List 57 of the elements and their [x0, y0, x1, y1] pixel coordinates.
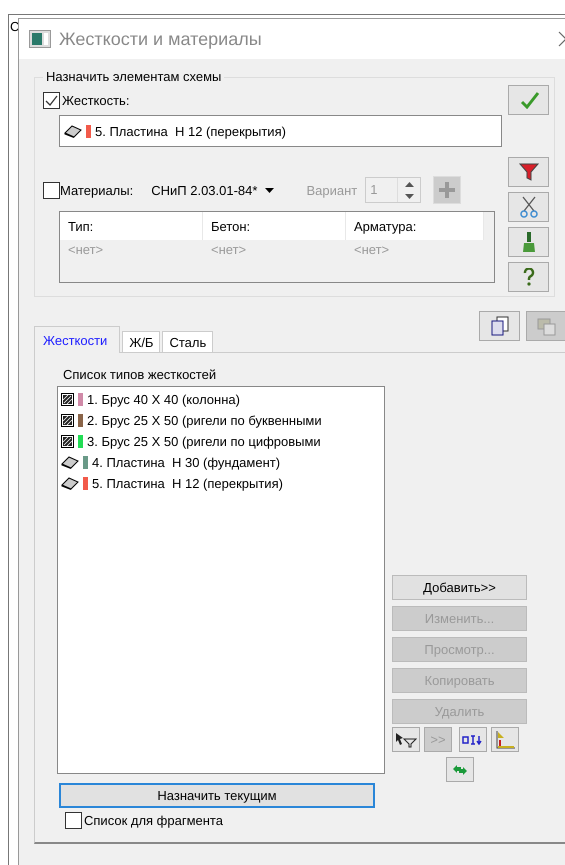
scissors-icon [520, 196, 538, 218]
spacing-button[interactable] [459, 727, 487, 752]
apply-button[interactable] [508, 85, 549, 115]
select-filter-button[interactable] [392, 727, 420, 752]
brush-icon [522, 231, 536, 253]
refresh-button[interactable] [446, 757, 474, 782]
hatched-square-icon [61, 414, 74, 427]
chart-button[interactable] [491, 727, 519, 752]
cursor-filter-icon [395, 732, 417, 748]
hatched-square-icon [61, 393, 74, 406]
plate-icon [61, 477, 79, 490]
tab[interactable]: Сталь [162, 331, 214, 352]
list-item: 5. Пластина Н 12 (перекрытия) [92, 476, 283, 491]
background-text: С [10, 19, 20, 34]
table-cell-text: <нет> [210, 241, 248, 259]
tab[interactable]: Жесткости [34, 326, 120, 353]
plate-icon [61, 456, 79, 469]
stiffness-checkbox[interactable] [43, 92, 60, 109]
list-title: Список типов жесткостей [63, 367, 218, 382]
swap-arrows-icon [450, 762, 468, 776]
cut-button[interactable] [508, 192, 549, 222]
action-button[interactable]: Добавить>> [392, 575, 527, 600]
field-value: 5. Пластина Н 12 (перекрытия) [95, 124, 286, 138]
question-mark-icon [522, 268, 534, 286]
group-title: Назначить элементам схемы [43, 69, 224, 84]
documents-icon [490, 316, 508, 336]
help-button[interactable] [508, 262, 549, 292]
checkbox-label: Материалы: [60, 182, 134, 198]
axis-icon [494, 730, 516, 750]
list-item: 1. Брус 40 X 40 (колонна) [87, 392, 240, 407]
list-item: 4. Пластина Н 30 (фундамент) [92, 455, 280, 470]
fragment-checkbox[interactable] [65, 812, 82, 829]
filter-button[interactable] [508, 157, 549, 187]
table-cell-text: <нет> [353, 241, 390, 259]
table-cell-text: <нет> [67, 241, 104, 259]
hatched-square-icon [61, 435, 74, 448]
plate-icon [64, 124, 82, 138]
assign-current-button[interactable]: Назначить текущим [59, 783, 375, 808]
checkbox-label: Список для фрагмента [84, 813, 223, 828]
app-icon [29, 30, 51, 48]
list-item: 3. Брус 25 X 50 (ригели по цифровыми [87, 434, 321, 449]
filter-icon [518, 162, 538, 182]
column-header: Тип: [60, 212, 203, 240]
checkbox-label: Жесткость: [62, 93, 130, 108]
variant-label: Вариант [306, 182, 358, 198]
column-header: Арматура: [346, 212, 484, 240]
list-item: 2. Брус 25 X 50 (ригели по буквенными [87, 413, 322, 428]
dropdown-caret-icon [265, 188, 274, 192]
stiffness-field[interactable]: 5. Пластина Н 12 (перекрытия) [59, 115, 502, 147]
spacing-icon [462, 734, 484, 744]
column-header: Бетон: [203, 212, 346, 240]
brush-button[interactable] [508, 227, 549, 257]
tab[interactable]: Ж/Б [122, 331, 160, 352]
copy-button[interactable] [479, 311, 520, 341]
window-title: Жесткости и материалы [59, 28, 263, 50]
plus-icon [439, 182, 456, 198]
documents-icon [536, 316, 556, 336]
